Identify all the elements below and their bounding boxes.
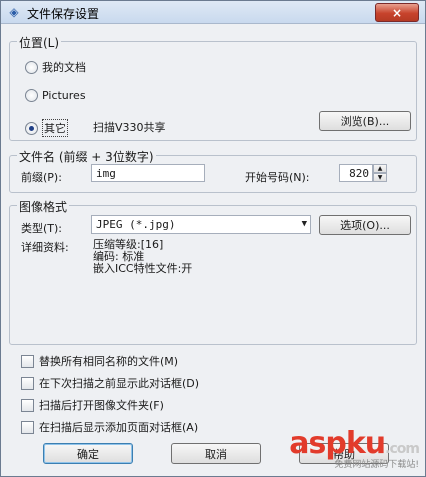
checkbox-show-add-page-dialog[interactable]: 在扫描后显示添加页面对话框(A) [21,419,198,435]
radio-indicator[interactable] [25,60,38,74]
checkbox-label: 扫描后打开图像文件夹(F) [39,399,164,412]
details-line: 嵌入ICC特性文件:开 [93,262,193,275]
checkbox-box[interactable] [21,354,34,368]
radio-indicator[interactable] [25,89,38,102]
type-select[interactable]: JPEG (*.jpg) ▼ [91,215,311,234]
stepper-up-icon[interactable]: ▲ [373,164,387,173]
title-bar[interactable]: ◈ 文件保存设置 × [1,1,425,24]
checkbox-box[interactable] [21,420,34,434]
type-select-value: JPEG (*.jpg) [96,218,176,231]
start-number-input[interactable]: 820 [339,164,373,182]
details-text: 压缩等级:[16] 编码: 标准 嵌入ICC特性文件:开 [93,239,192,275]
file-save-settings-window: ◈ 文件保存设置 × 位置(L) 我的文档 Pictures 其它 扫描V330… [0,0,426,477]
window-title: 文件保存设置 [27,7,100,21]
scanner-app-icon: ◈ [9,5,19,19]
radio-indicator-selected[interactable] [25,121,38,135]
stepper-buttons[interactable]: ▲ ▼ [373,164,387,182]
start-number-stepper[interactable]: 820 ▲ ▼ [339,164,387,182]
prefix-label: 前缀(P): [21,171,62,184]
location-legend: 位置(L) [17,34,62,51]
start-number-label: 开始号码(N): [245,171,310,184]
checkbox-box[interactable] [21,398,34,412]
details-label: 详细资料: [21,241,69,254]
radio-label-other: 其它 [42,119,68,137]
radio-my-documents[interactable]: 我的文档 [25,59,86,75]
checkbox-show-before-next-scan[interactable]: 在下次扫描之前显示此对话框(D) [21,375,199,391]
checkbox-open-folder-after-scan[interactable]: 扫描后打开图像文件夹(F) [21,397,164,413]
options-button[interactable]: 选项(O)... [319,215,411,235]
other-path-text: 扫描V330共享 [93,121,166,134]
dropdown-arrow-icon[interactable]: ▼ [302,219,307,229]
image-format-legend: 图像格式 [17,198,70,215]
radio-label-my-documents: 我的文档 [42,61,86,74]
prefix-input[interactable]: img [91,164,205,182]
checkbox-label: 替换所有相同名称的文件(M) [39,355,179,368]
close-button[interactable]: × [375,3,419,22]
radio-pictures[interactable]: Pictures [25,89,86,102]
radio-other[interactable]: 其它 [25,119,68,137]
checkbox-label: 在下次扫描之前显示此对话框(D) [39,377,200,390]
ok-button[interactable]: 确定 [43,443,133,464]
cancel-button[interactable]: 取消 [171,443,261,464]
watermark-logo: aspku.com [289,426,420,461]
close-icon: × [391,5,403,20]
checkbox-label: 在扫描后显示添加页面对话框(A) [39,421,199,434]
checkbox-box[interactable] [21,376,34,390]
type-label: 类型(T): [21,222,63,235]
aspku-watermark: aspku.com 免费网站源码下载站! [289,426,420,470]
checkbox-replace-same-name[interactable]: 替换所有相同名称的文件(M) [21,353,178,369]
stepper-down-icon[interactable]: ▼ [373,173,387,182]
radio-label-pictures: Pictures [42,89,86,102]
browse-button[interactable]: 浏览(B)... [319,111,411,131]
filename-legend: 文件名 (前缀 + 3位数字) [17,148,156,165]
